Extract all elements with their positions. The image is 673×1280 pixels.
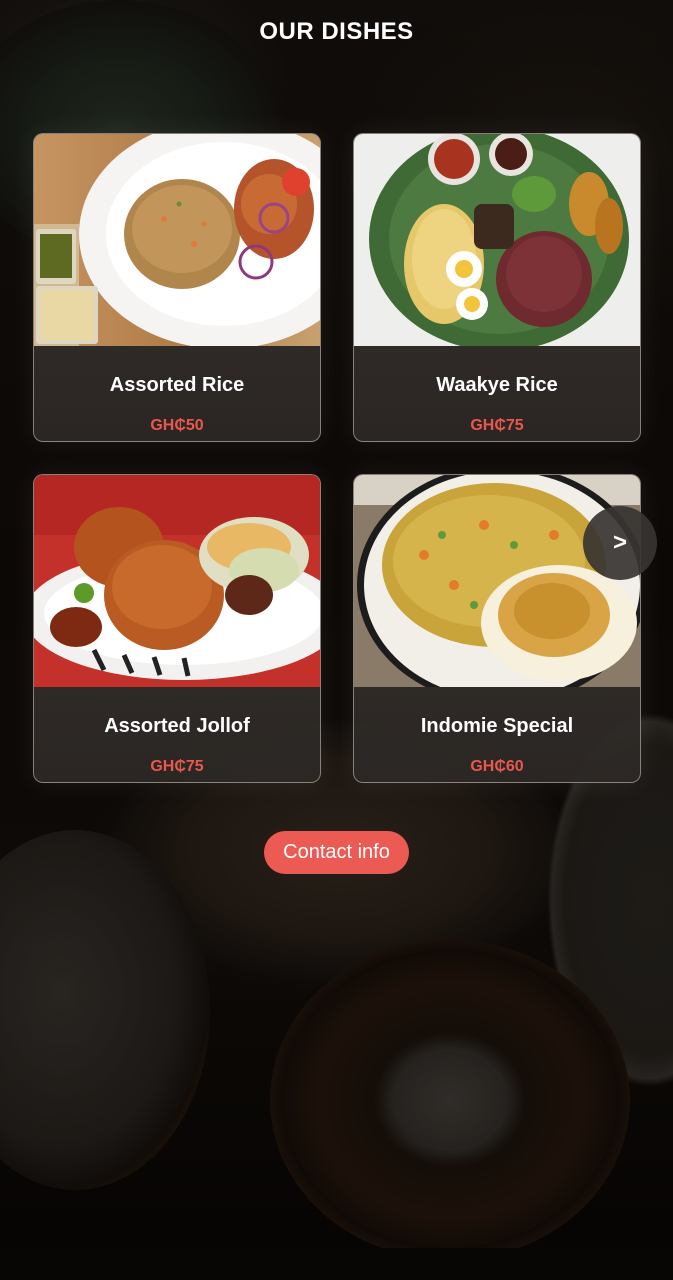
jollof-rice-plate-photo: [34, 475, 320, 687]
dish-price: GH₵75: [150, 758, 204, 775]
dish-name: Indomie Special: [420, 715, 574, 737]
dish-name: Assorted Jollof: [104, 715, 250, 737]
page-title: OUR DISHES: [259, 18, 414, 45]
dish-card-waakye-rice[interactable]: Waakye Rice GH₵75: [353, 133, 641, 442]
contact-info-button[interactable]: Contact info: [264, 831, 409, 874]
fried-rice-plate-photo: [34, 134, 320, 346]
dish-card-assorted-rice[interactable]: Assorted Rice GH₵50: [33, 133, 321, 442]
dish-price: GH₵50: [150, 417, 204, 434]
dish-price: GH₵75: [470, 417, 524, 434]
dish-name: Assorted Rice: [109, 374, 245, 396]
dish-card-assorted-jollof[interactable]: Assorted Jollof GH₵75: [33, 474, 321, 783]
dish-price: GH₵60: [470, 758, 524, 775]
noodles-egg-plate-photo: [354, 475, 640, 687]
waakye-leaf-plate-photo: [354, 134, 640, 346]
dish-name: Waakye Rice: [436, 374, 558, 396]
carousel-next-button[interactable]: >: [583, 506, 657, 580]
chevron-right-icon: >: [612, 529, 627, 556]
